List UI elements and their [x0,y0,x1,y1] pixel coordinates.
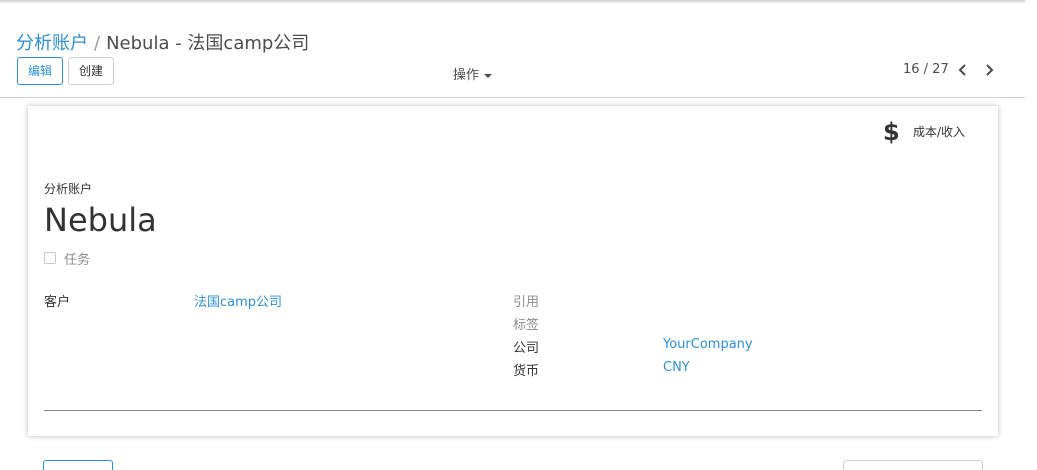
company-label: 公司 [513,341,540,356]
pager-next-button[interactable] [980,61,998,79]
form-sheet: $ 成本/收入 分析账户 Nebula 任务 客户 法国camp公司 引用 标签… [28,106,998,436]
reference-label: 引用 [513,295,540,310]
cost-revenue-label: 成本/收入 [913,125,966,139]
pager-previous-button[interactable] [954,61,972,79]
breadcrumb-parent-link[interactable]: 分析账户 [16,33,88,54]
breadcrumb-separator: / [94,33,101,54]
customer-link[interactable]: 法国camp公司 [194,291,282,310]
task-label: 任务 [64,253,91,268]
sheet-divider [44,410,982,411]
pager-value: 16 / 27 [903,62,949,77]
tags-label: 标签 [513,318,540,333]
record-title: Nebula [44,201,157,239]
cost-revenue-smart-button[interactable]: $ 成本/收入 [883,116,988,152]
bottom-right-button-partial[interactable] [843,460,983,470]
breadcrumb-current: Nebula - 法国camp公司 [106,33,310,54]
action-dropdown[interactable]: 操作 [453,64,493,83]
caret-down-icon [484,73,493,78]
chevron-right-icon [986,64,994,76]
company-link[interactable]: YourCompany [663,337,753,352]
currency-link[interactable]: CNY [663,360,690,375]
customer-label: 客户 [44,295,71,310]
breadcrumb: 分析账户 / Nebula - 法国camp公司 [16,29,309,55]
create-button[interactable]: 创建 [68,57,114,85]
edit-button[interactable]: 编辑 [17,57,63,85]
currency-label: 货币 [513,364,540,379]
task-checkbox[interactable] [44,252,56,264]
chevron-left-icon [958,64,966,76]
record-caption: 分析账户 [44,182,93,196]
dollar-icon: $ [883,118,900,146]
action-dropdown-label: 操作 [453,68,480,83]
control-panel: 分析账户 / Nebula - 法国camp公司 编辑 创建 操作 16 / 27 [0,0,1025,98]
bottom-left-button-partial[interactable] [43,460,113,470]
